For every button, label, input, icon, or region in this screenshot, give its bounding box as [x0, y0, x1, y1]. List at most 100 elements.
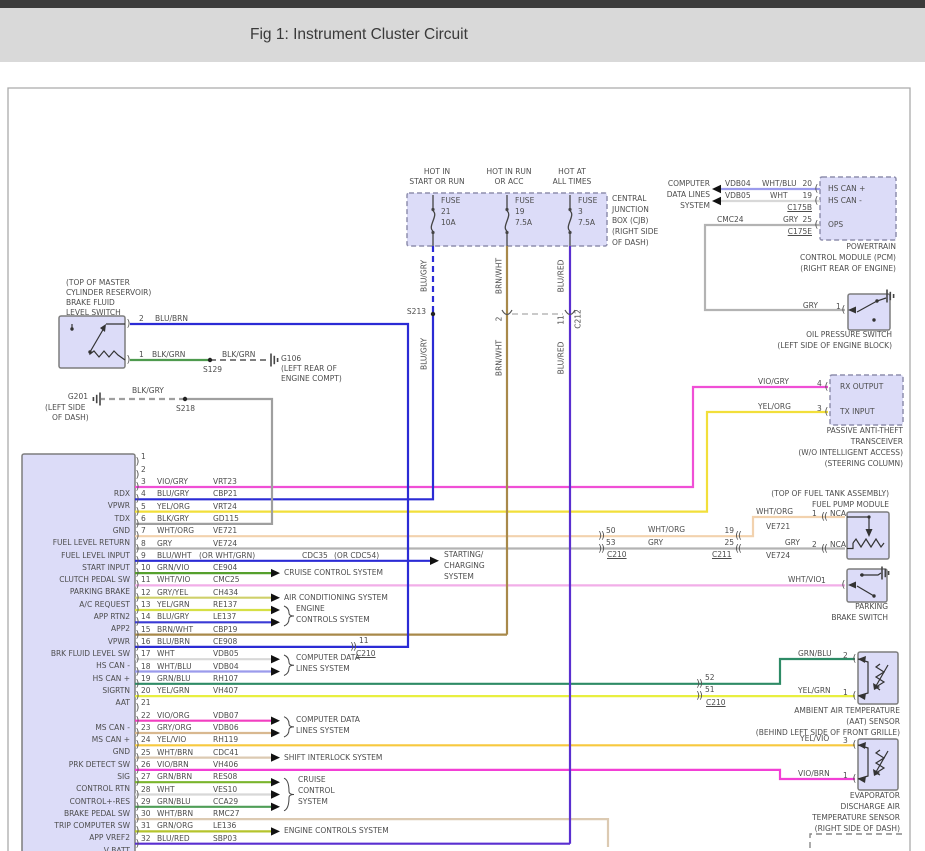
label-2: 2 — [812, 541, 817, 549]
ipc-pin-17-circuit: VDB05 — [213, 650, 239, 658]
label-of-dash: OF DASH) — [52, 414, 89, 422]
label-right-side-of-dash: (RIGHT SIDE OF DASH) — [815, 825, 900, 833]
ipc-pin-number-24: 24 — [141, 736, 151, 744]
pin-bracket: ( — [825, 407, 828, 418]
ipc-pin-15-circuit: CBP19 — [213, 626, 237, 634]
label-system: SYSTEM — [298, 798, 328, 806]
label-engine: ENGINE — [296, 605, 325, 613]
label-computer-data: COMPUTER DATA — [296, 654, 360, 662]
ipc-pin-23-wire-color: GRY/ORG — [157, 724, 192, 732]
label-temperature-sensor: TEMPERATURE SENSOR — [812, 814, 900, 822]
label-passive-anti-theft: PASSIVE ANTI-THEFT — [827, 427, 903, 435]
label-c175e: C175E — [788, 228, 812, 236]
label-lines-system: LINES SYSTEM — [296, 665, 350, 673]
label-right-rear-of-engine: (RIGHT REAR OF ENGINE) — [800, 265, 896, 273]
ipc-pin-24-wire-color: YEL/VIO — [157, 736, 186, 744]
label-left-side: (LEFT SIDE — [45, 404, 85, 412]
label-data-lines: DATA LINES — [667, 191, 710, 199]
ipc-pin-15-name: VPWR — [108, 638, 130, 646]
ipc-pin-number-29: 29 — [141, 798, 151, 806]
ipc-pin-number-7: 7 — [141, 527, 146, 535]
label-nca: NCA — [830, 541, 846, 549]
ipc-pin-15-wire-color: BRN/WHT — [157, 626, 193, 634]
label-hot-in-run: HOT IN RUN — [486, 168, 531, 176]
ipc-pin-9-name: START INPUT — [82, 564, 130, 572]
ipc-pin-8-name: FUEL LEVEL INPUT — [61, 552, 130, 560]
window-top-bar — [0, 0, 925, 8]
ipc-pin-22-wire-color: VIO/ORG — [157, 712, 190, 720]
ipc-pin-5-name: TDX — [115, 515, 131, 523]
ipc-pin-number-22: 22 — [141, 712, 151, 720]
ipc-pin-bracket: ) — [136, 715, 139, 726]
label-shift-interlock-system: SHIFT INTERLOCK SYSTEM — [284, 754, 382, 762]
ipc-pin-26-wire-color: VIO/BRN — [157, 761, 189, 769]
ipc-pin-5-wire-color: YEL/ORG — [157, 503, 190, 511]
ipc-pin-30-name: TRIP COMPUTER SW — [54, 822, 130, 830]
ipc-pin-17-name: HS CAN - — [96, 662, 130, 670]
ipc-pin-number-10: 10 — [141, 564, 151, 572]
ipc-pin-14-circuit: LE137 — [213, 613, 236, 621]
label-2: 2 — [843, 652, 848, 660]
label-c211: C211 — [712, 551, 732, 559]
label-cylinder-reservoir: CYLINDER RESERVOIR) — [66, 289, 151, 297]
pin-bracket: ( — [825, 382, 828, 393]
label-fuse: FUSE — [515, 197, 534, 205]
label-20: 20 — [802, 180, 812, 188]
ipc-pin-number-3: 3 — [141, 478, 146, 486]
pin-bracket: ( — [815, 184, 818, 195]
ipc-pin-11-wire-color: WHT/VIO — [157, 576, 190, 584]
label-right-side: (RIGHT SIDE — [612, 228, 658, 236]
label-c212: C212 — [574, 309, 583, 329]
ipc-pin-number-17: 17 — [141, 650, 151, 658]
label-gry: GRY — [648, 539, 663, 547]
ipc-pin-25-circuit: CDC41 — [213, 749, 239, 757]
ipc-pin-9-wire-color: BLU/WHT — [157, 552, 192, 560]
ipc-pin-27-circuit: RES08 — [213, 773, 237, 781]
ipc-pin-bracket: ) — [136, 678, 139, 689]
ipc-pin-number-19: 19 — [141, 675, 151, 683]
pin-bracket: ( — [815, 220, 818, 231]
label-blu/red: BLU/RED — [557, 342, 566, 375]
ipc-pin-number-6: 6 — [141, 515, 146, 523]
ipc-pin-6-circuit: GD115 — [213, 515, 239, 523]
label-central: CENTRAL — [612, 195, 646, 203]
label-w/o-intelligent-access: (W/O INTELLIGENT ACCESS) — [798, 449, 903, 457]
label-1: 1 — [812, 510, 817, 518]
ipc-pin-22-circuit: VDB07 — [213, 712, 239, 720]
ipc-pin-number-12: 12 — [141, 589, 151, 597]
ipc-pin-bracket: ) — [136, 752, 139, 763]
ipc-pin-bracket: ) — [136, 543, 139, 554]
ipc-pin-30-circuit: RMC27 — [213, 810, 239, 818]
ipc-pin-29-wire-color: GRN/BLU — [157, 798, 191, 806]
ipc-pin-27-name: CONTROL RTN — [76, 785, 130, 793]
label-3: 3 — [578, 208, 583, 216]
ipc-pin-18-wire-color: WHT/BLU — [157, 663, 192, 671]
label-tx-input: TX INPUT — [840, 408, 875, 416]
ipc-pin-4-name: VPWR — [108, 502, 130, 510]
label-25: 25 — [724, 539, 734, 547]
label-fuel-pump-module: FUEL PUMP MODULE — [812, 501, 889, 509]
ipc-pin-10-circuit: CE904 — [213, 564, 237, 572]
ipc-pin-number-32: 32 — [141, 835, 151, 843]
label-transceiver: TRANSCEIVER — [851, 438, 903, 446]
ipc-pin-16-circuit: CE908 — [213, 638, 237, 646]
label-c210: C210 — [607, 551, 627, 559]
label-53: 53 — [606, 539, 616, 547]
label-s129: S129 — [203, 366, 222, 374]
ipc-pin-7-name: FUEL LEVEL RETURN — [53, 539, 130, 547]
ipc-pin-20-name: AAT — [116, 699, 130, 707]
ipc-pin-13-wire-color: YEL/GRN — [157, 601, 190, 609]
label-engine-compt: ENGINE COMPT) — [281, 375, 342, 383]
label-4: 4 — [817, 380, 822, 388]
pin-bracket: )) — [598, 531, 604, 542]
ipc-pin-number-30: 30 — [141, 810, 151, 818]
pin-bracket: ( — [853, 740, 856, 751]
ipc-pin-25-wire-color: WHT/BRN — [157, 749, 193, 757]
ipc-pin-number-9: 9 — [141, 552, 146, 560]
ipc-pin-bracket: ) — [136, 482, 139, 493]
ipc-pin-number-28: 28 — [141, 786, 151, 794]
label-control: CONTROL — [298, 787, 335, 795]
ipc-pin-32-name: V BATT — [104, 847, 130, 851]
ipc-pin-bracket: ) — [136, 580, 139, 591]
ipc-pin-bracket: ) — [136, 592, 139, 603]
